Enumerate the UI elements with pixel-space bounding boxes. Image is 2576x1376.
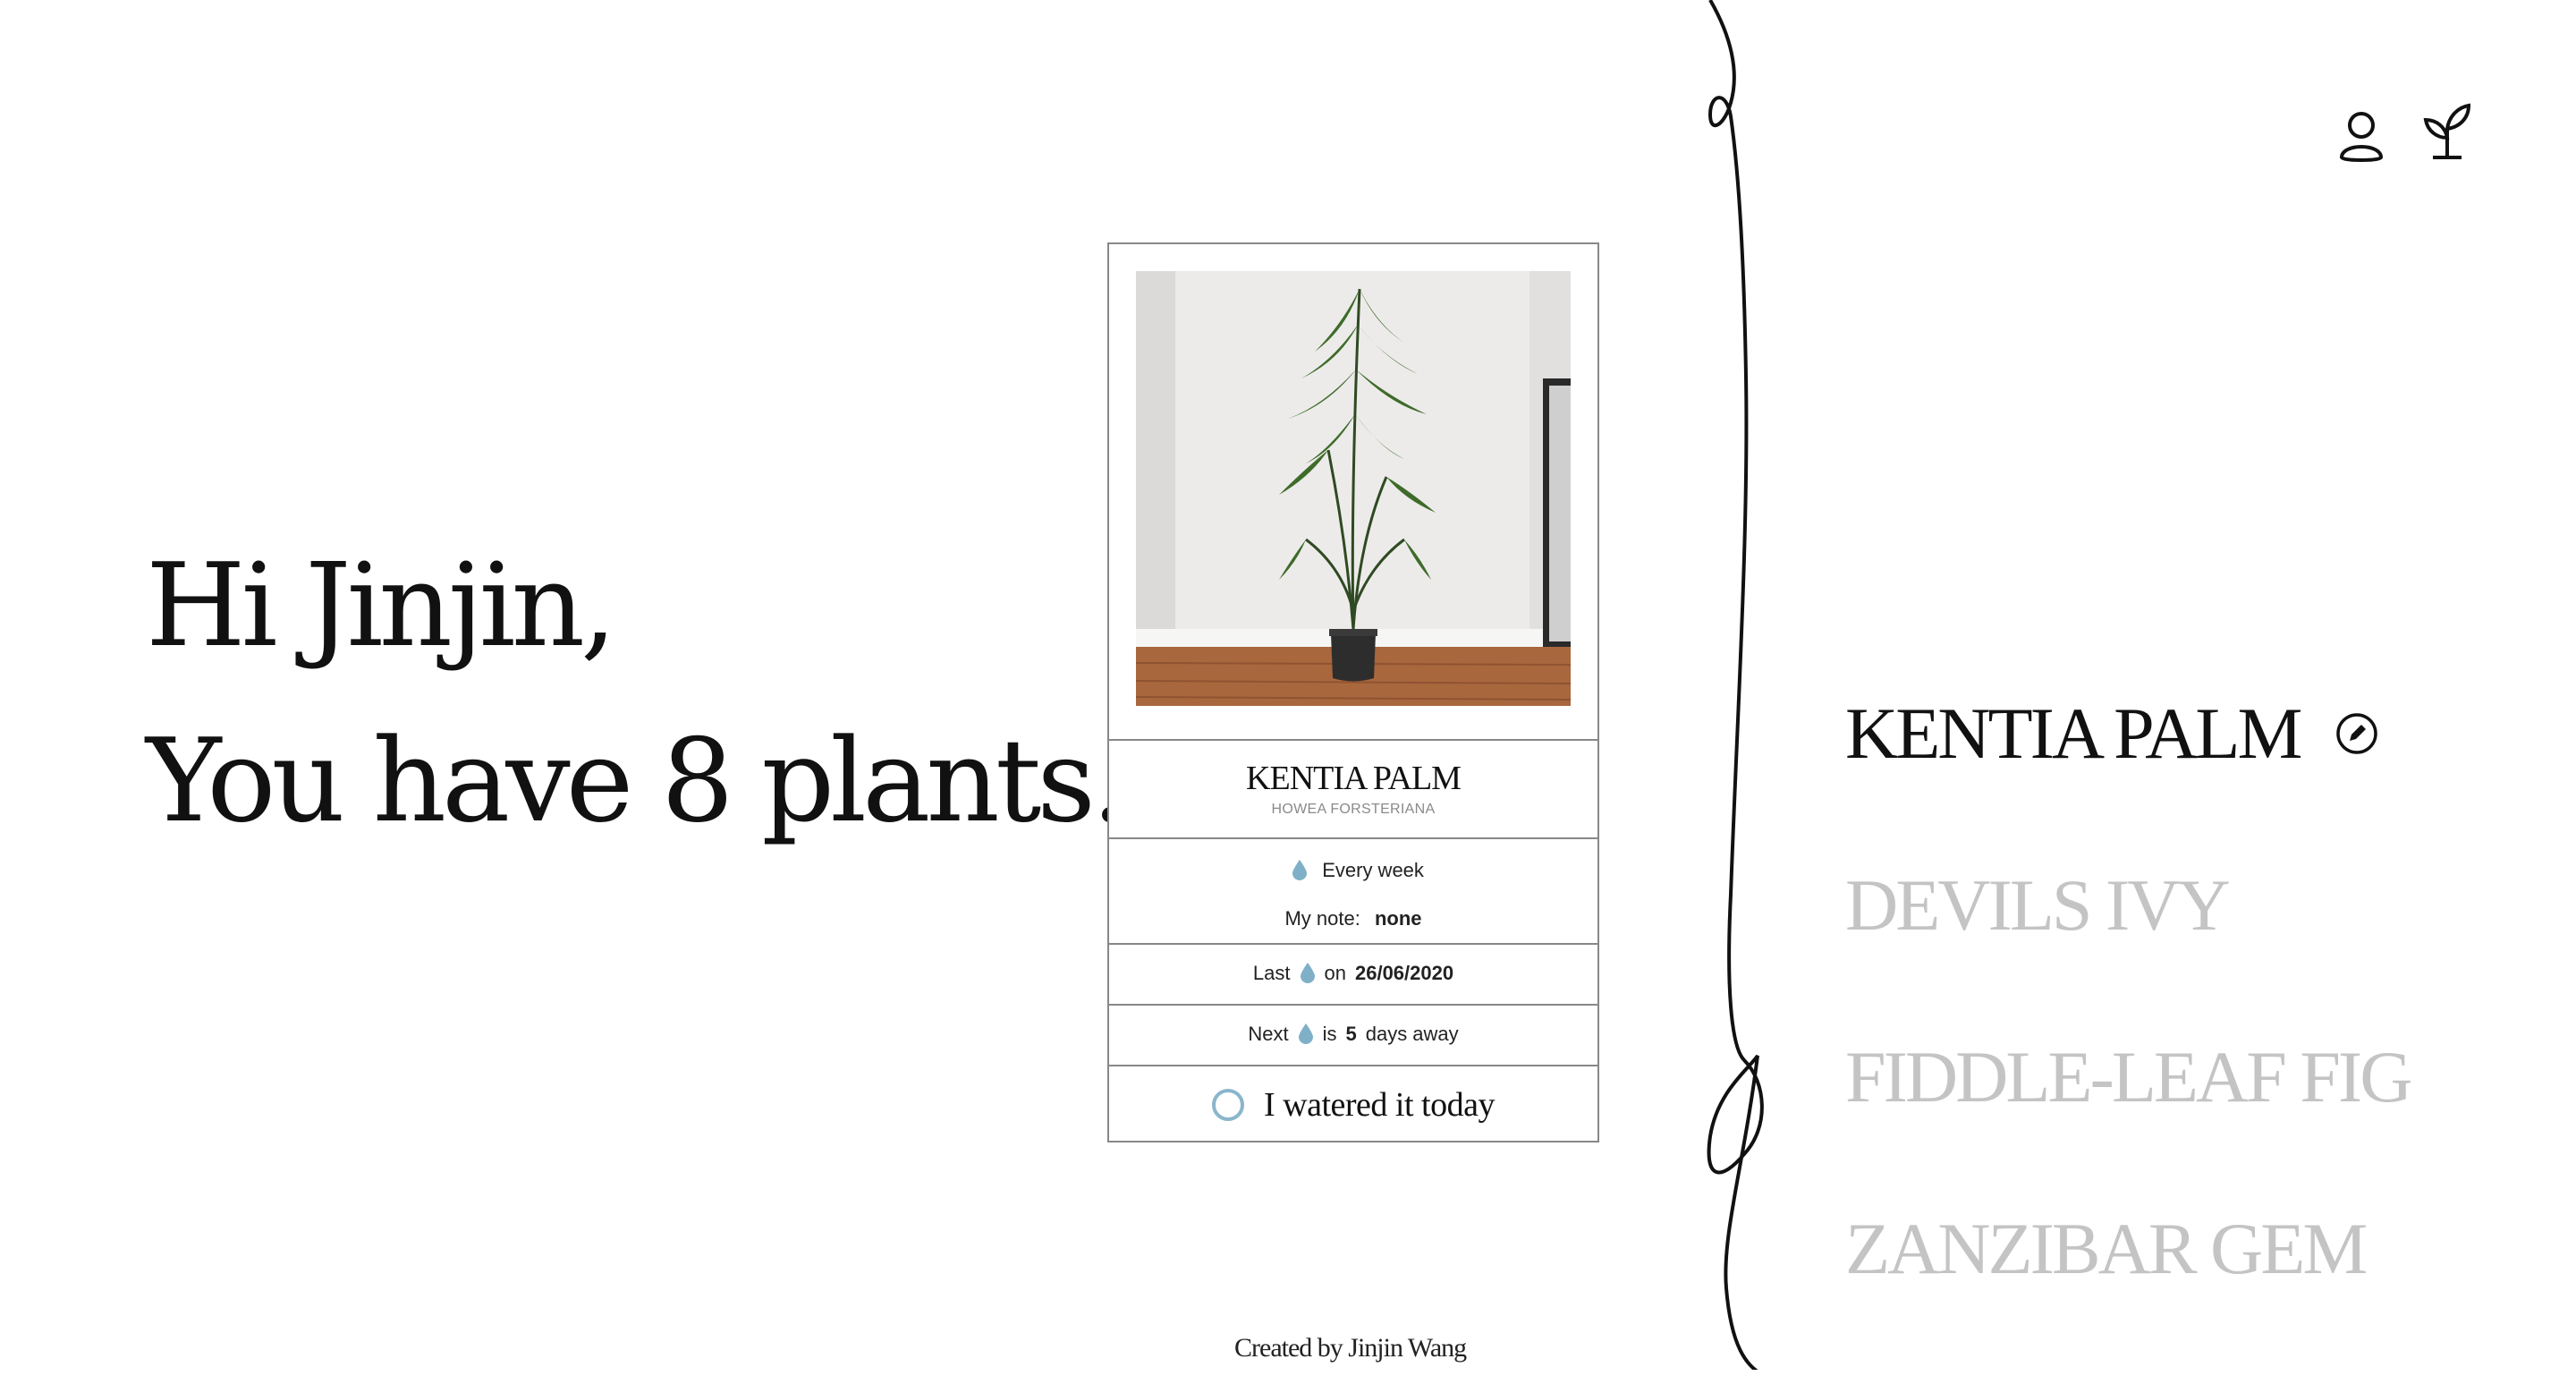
greeting: Hi Jinjin, You have 8 plants. — [146, 519, 1128, 870]
greeting-line-2: You have 8 plants. — [146, 715, 1128, 848]
plant-list-item-zanzibar-gem[interactable]: ZANZIBAR GEM — [1845, 1204, 2410, 1376]
next-watering-suffix: days away — [1365, 1023, 1459, 1045]
plant-scientific-name: HOWEA FORSTERIANA — [1271, 802, 1436, 817]
water-drop-icon — [1298, 1024, 1313, 1044]
note-value: none — [1374, 907, 1422, 930]
watered-today-checkbox[interactable] — [1212, 1088, 1245, 1121]
next-watering-days: 5 — [1345, 1023, 1357, 1045]
next-watering-prefix: Next — [1248, 1023, 1289, 1045]
pencil-edit-icon[interactable] — [2335, 712, 2378, 755]
watered-today-label: I watered it today — [1264, 1085, 1495, 1124]
plant-name: KENTIA PALM — [1246, 760, 1462, 797]
plant-name-section: KENTIA PALM HOWEA FORSTERIANA — [1109, 739, 1597, 837]
last-watered-date: 26/06/2020 — [1354, 962, 1454, 984]
water-drop-icon — [1300, 963, 1315, 983]
plant-list-item-devils-ivy[interactable]: DEVILS IVY — [1845, 861, 2410, 1032]
note-label: My note: — [1284, 907, 1360, 930]
plant-list-item-label: KENTIA PALM — [1845, 692, 2302, 774]
last-watered-section: Last on 26/06/2020 — [1109, 943, 1597, 1004]
plant-sprout-icon — [2423, 103, 2471, 159]
user-profile-button[interactable] — [2334, 107, 2388, 165]
watered-today-section: I watered it today — [1109, 1065, 1597, 1142]
watering-info-section: Every week My note: none — [1109, 837, 1597, 943]
plant-list-item-label: DEVILS IVY — [1845, 864, 2231, 946]
next-watering-mid: is — [1322, 1023, 1337, 1045]
water-drop-icon — [1292, 860, 1308, 880]
my-plants-button[interactable] — [2420, 102, 2474, 159]
plant-list-item-label: ZANZIBAR GEM — [1845, 1208, 2368, 1289]
watering-frequency: Every week — [1322, 859, 1424, 881]
next-watering-section: Next is 5 days away — [1109, 1004, 1597, 1065]
user-icon — [2339, 112, 2384, 162]
plant-list-item-kentia-palm[interactable]: KENTIA PALM — [1845, 689, 2410, 861]
last-watered-mid: on — [1324, 962, 1346, 984]
plant-card: KENTIA PALM HOWEA FORSTERIANA Every week… — [1107, 242, 1599, 1142]
plant-photo — [1136, 271, 1571, 706]
greeting-line-1: Hi Jinjin, — [146, 539, 617, 673]
plant-list-item-label: FIDDLE-LEAF FIG — [1845, 1036, 2412, 1117]
footer-credit: Created by Jinjin Wang — [1234, 1333, 1467, 1363]
last-watered-prefix: Last — [1252, 962, 1291, 984]
plant-list-item-fiddle-leaf-fig[interactable]: FIDDLE-LEAF FIG — [1845, 1032, 2412, 1204]
plant-list: KENTIA PALM DEVILS IVY FIDDLE-LEAF FIG Z… — [1845, 689, 2412, 1376]
watered-today-toggle[interactable]: I watered it today — [1109, 1066, 1597, 1142]
